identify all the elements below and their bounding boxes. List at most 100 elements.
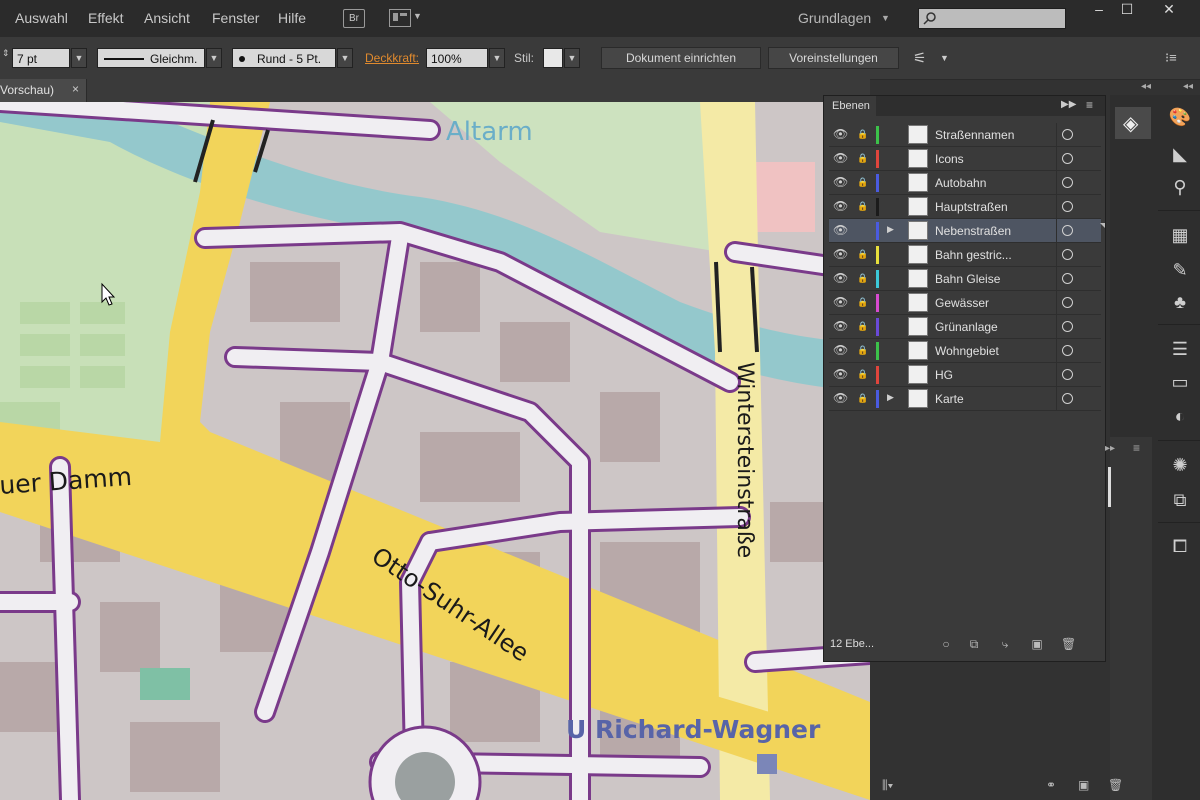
lock-icon[interactable]: 🔒 <box>857 344 869 356</box>
visibility-eye-icon[interactable]: 👁 <box>833 320 848 332</box>
layer-name[interactable]: Straßennamen <box>935 128 1014 142</box>
layer-row[interactable]: 👁 🔒 Gewässer <box>829 291 1101 315</box>
close-window-button[interactable]: ✕ <box>1151 0 1187 20</box>
target-circle-icon[interactable] <box>1062 393 1073 404</box>
library-icon[interactable]: ⫼▾ <box>882 778 893 793</box>
color-guide-icon[interactable]: ◣ <box>1168 142 1192 166</box>
stroke-weight-dropdown[interactable]: ▼ <box>71 48 87 68</box>
lock-icon[interactable]: 🔒 <box>857 200 869 212</box>
layer-name[interactable]: Nebenstraßen <box>935 224 1011 238</box>
mini-panel-collapse-icon[interactable]: ▸▸ <box>1105 443 1115 454</box>
layer-name[interactable]: Autobahn <box>935 176 986 190</box>
symbols-icon[interactable]: ♣ <box>1168 290 1192 314</box>
lock-icon[interactable]: 🔒 <box>857 320 869 332</box>
lock-icon[interactable]: 🔒 <box>857 128 869 140</box>
layer-name[interactable]: Bahn Gleise <box>935 272 1000 286</box>
target-circle-icon[interactable] <box>1062 249 1073 260</box>
new-item-icon[interactable]: ▣ <box>1078 778 1089 792</box>
menu-auswahl[interactable]: Auswahl <box>15 10 68 26</box>
menu-effekt[interactable]: Effekt <box>88 10 124 26</box>
scrollbar-thumb[interactable] <box>1108 467 1111 507</box>
target-circle-icon[interactable] <box>1062 129 1073 140</box>
layer-row[interactable]: 👁 🔒 Icons <box>829 147 1101 171</box>
visibility-eye-icon[interactable]: 👁 <box>833 296 848 308</box>
layer-name[interactable]: Wohngebiet <box>935 344 999 358</box>
layer-row[interactable]: 👁 🔒 Grünanlage <box>829 315 1101 339</box>
arrange-options-dropdown-icon[interactable]: ▼ <box>940 53 949 63</box>
target-circle-icon[interactable] <box>1062 177 1073 188</box>
visibility-eye-icon[interactable]: 👁 <box>833 152 848 164</box>
delete-layer-icon[interactable]: 🗑 <box>1061 637 1076 651</box>
visibility-eye-icon[interactable]: 👁 <box>833 272 848 284</box>
layer-name[interactable]: Hauptstraßen <box>935 200 1008 214</box>
locate-object-icon[interactable]: ○ <box>939 637 953 651</box>
layer-name[interactable]: Karte <box>935 392 964 406</box>
style-swatch[interactable] <box>543 48 563 68</box>
lock-icon[interactable]: 🔒 <box>857 176 869 188</box>
expand-arrow-icon[interactable]: ▶ <box>887 224 894 235</box>
create-sublayer-icon[interactable]: ⤷ <box>998 637 1012 651</box>
maximize-button[interactable]: ☐ <box>1109 0 1145 20</box>
layer-row[interactable]: 👁 🔒 Bahn Gleise <box>829 267 1101 291</box>
menu-hilfe[interactable]: Hilfe <box>278 10 306 26</box>
menu-ansicht[interactable]: Ansicht <box>144 10 190 26</box>
control-panel-menu-icon[interactable]: ⁝≡ <box>1165 50 1177 66</box>
expand-dock-icon[interactable]: ◂◂ <box>1183 81 1193 92</box>
layers-dock-button[interactable]: ◈ <box>1115 107 1151 139</box>
mini-panel-menu-icon[interactable]: ≡ <box>1133 441 1140 455</box>
lock-icon[interactable]: 🔒 <box>857 152 869 164</box>
target-circle-icon[interactable] <box>1062 369 1073 380</box>
appearance-icon[interactable]: ✺ <box>1168 453 1192 477</box>
document-tab[interactable]: Vorschau) × <box>0 79 87 102</box>
target-circle-icon[interactable] <box>1062 201 1073 212</box>
menu-fenster[interactable]: Fenster <box>212 10 259 26</box>
layer-row[interactable]: 👁 🔒 HG <box>829 363 1101 387</box>
transparency-icon[interactable]: ◐ <box>1168 404 1192 428</box>
layer-row[interactable]: 👁 🔒 Straßennamen <box>829 123 1101 147</box>
layer-row[interactable]: 👁 🔒 Autobahn <box>829 171 1101 195</box>
gradient-icon[interactable]: ▭ <box>1168 370 1192 394</box>
target-circle-icon[interactable] <box>1062 273 1073 284</box>
lock-icon[interactable]: 🔒 <box>857 272 869 284</box>
visibility-eye-icon[interactable]: 👁 <box>833 392 848 404</box>
expand-arrow-icon[interactable]: ▶ <box>887 392 894 403</box>
brush-dropdown[interactable]: ▼ <box>337 48 353 68</box>
layer-name[interactable]: Bahn gestric... <box>935 248 1012 262</box>
lock-icon[interactable]: 🔒 <box>857 248 869 260</box>
arrange-dropdown-icon[interactable]: ▼ <box>413 11 422 21</box>
target-circle-icon[interactable] <box>1062 321 1073 332</box>
stroke-weight-stepper-icon[interactable]: ⇕ <box>2 48 10 59</box>
target-circle-icon[interactable] <box>1062 225 1073 236</box>
layer-row[interactable]: 👁 🔒 Bahn gestric... <box>829 243 1101 267</box>
style-dropdown[interactable]: ▼ <box>564 48 580 68</box>
color-palette-icon[interactable]: 🎨 <box>1168 105 1192 129</box>
layers-panel-tab[interactable]: Ebenen <box>824 96 876 116</box>
stroke-weight-field[interactable]: 7 pt <box>12 48 70 68</box>
panel-collapse-icon[interactable]: ▶▶ <box>1061 99 1076 110</box>
recolor-icon[interactable]: ⚲ <box>1168 175 1192 199</box>
layer-name[interactable]: Icons <box>935 152 964 166</box>
close-tab-icon[interactable]: × <box>72 82 79 96</box>
layer-name[interactable]: Gewässer <box>935 296 989 310</box>
visibility-eye-icon[interactable]: 👁 <box>833 368 848 380</box>
stroke-profile-dropdown[interactable]: ▼ <box>206 48 222 68</box>
lock-icon[interactable]: 🔒 <box>857 368 869 380</box>
visibility-eye-icon[interactable]: 👁 <box>833 248 848 260</box>
target-circle-icon[interactable] <box>1062 297 1073 308</box>
opacity-label[interactable]: Deckkraft: <box>365 51 419 65</box>
lock-icon[interactable]: 🔒 <box>857 296 869 308</box>
swatches-icon[interactable]: ▦ <box>1168 223 1192 247</box>
collapse-dock-icon[interactable]: ◂◂ <box>1141 81 1151 92</box>
document-setup-button[interactable]: Dokument einrichten <box>601 47 761 69</box>
brush-field[interactable]: Rund - 5 Pt. <box>232 48 336 68</box>
layer-row[interactable]: 👁 ▶ Nebenstraßen <box>829 219 1101 243</box>
graphic-styles-icon[interactable]: ⧉ <box>1168 488 1192 512</box>
create-new-layer-icon[interactable]: ▣ <box>1030 637 1044 651</box>
target-circle-icon[interactable] <box>1062 153 1073 164</box>
visibility-eye-icon[interactable]: 👁 <box>833 200 848 212</box>
brushes-icon[interactable]: ✎ <box>1168 258 1192 282</box>
stroke-icon[interactable]: ☰ <box>1168 337 1192 361</box>
artboards-icon[interactable]: ⧠ <box>1168 534 1192 558</box>
workspace-dropdown-icon[interactable]: ▼ <box>881 13 890 23</box>
preferences-button[interactable]: Voreinstellungen <box>768 47 899 69</box>
